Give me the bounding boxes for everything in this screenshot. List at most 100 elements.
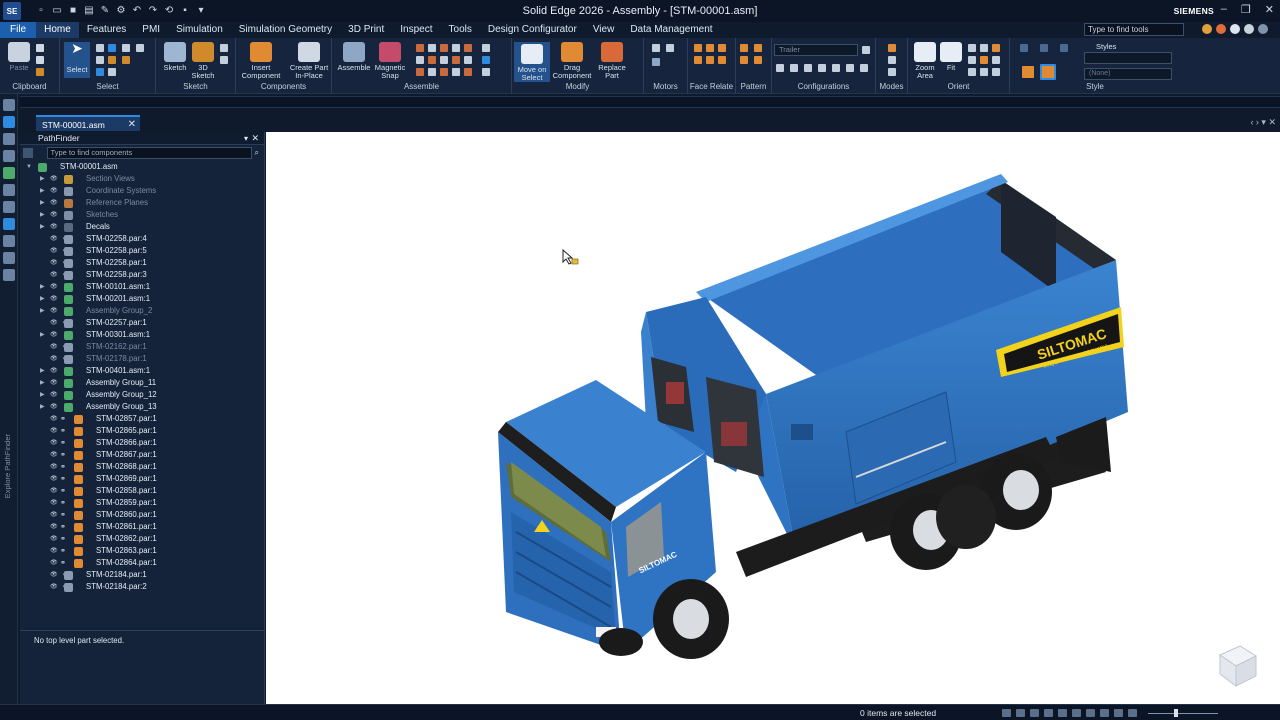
tab-view[interactable]: View [585,22,623,38]
pan-icon[interactable] [980,44,988,52]
relate-icon-3[interactable] [440,44,448,52]
tree-item[interactable]: ▶ 👁 Reference Planes [20,197,264,209]
info-icon[interactable] [1244,24,1254,34]
select-quick-icon[interactable] [108,68,116,76]
tab-inspect[interactable]: Inspect [392,22,440,38]
style-value-field[interactable]: (None) [1084,68,1172,80]
visibility-icon[interactable]: 👁 [50,559,58,567]
relate-icon-10[interactable] [452,56,460,64]
tab-pmi[interactable]: PMI [134,22,168,38]
magnetic-snap-button[interactable]: Magnetic Snap [372,42,408,80]
tree-item[interactable]: ▶ 👁 Sketches [20,209,264,221]
visibility-icon[interactable]: 👁 [50,415,58,423]
sb-search-icon[interactable] [1016,709,1025,717]
style-icon-3[interactable] [1060,44,1068,52]
mode-icon-3[interactable] [888,68,896,76]
config-icon-5[interactable] [832,64,840,72]
rail-label[interactable]: Explore PathFinder [3,434,12,498]
sb-fit-icon[interactable] [1030,709,1039,717]
tree-item[interactable]: 👁 ⚭ STM-02864.par:1 [20,557,264,569]
expand-icon[interactable]: ▶ [40,209,45,221]
config-save-icon[interactable] [862,46,870,54]
relate-icon-13[interactable] [416,68,424,76]
visibility-icon[interactable]: 👁 [50,295,58,303]
undo-icon[interactable]: ↶ [131,5,143,17]
view-icon-5[interactable] [980,68,988,76]
tree-item[interactable]: 👁 ⚭ STM-02867.par:1 [20,449,264,461]
tab-simulation-geometry[interactable]: Simulation Geometry [231,22,340,38]
customize-icon[interactable]: ▾ [195,5,207,17]
expand-icon[interactable]: ▶ [40,185,45,197]
view-icon-6[interactable] [992,68,1000,76]
expand-icon[interactable]: ▼ [26,161,32,173]
assemble-button[interactable]: Assemble [336,42,372,72]
pattern-icon-2[interactable] [754,44,762,52]
history-icon[interactable]: ⟲ [163,5,175,17]
graphics-viewport[interactable]: SILTOMAC MAQUINAS PARA PECUARIA SILTOMAC [266,132,1280,704]
visibility-icon[interactable]: 👁 [50,475,58,483]
sb-pan-icon[interactable] [1072,709,1081,717]
copy-icon[interactable] [36,56,44,64]
open-icon[interactable]: ▭ [51,5,63,17]
zoom-slider[interactable] [1148,713,1218,714]
expand-icon[interactable]: ▶ [40,197,45,209]
tab-tools[interactable]: Tools [441,22,480,38]
tree-item[interactable]: 👁 ⚭ STM-02868.par:1 [20,461,264,473]
expand-icon[interactable]: ▶ [40,365,45,377]
visibility-icon[interactable]: 👁 [50,367,58,375]
motor-icon-1[interactable] [652,44,660,52]
tree-root[interactable]: ▼ STM-00001.asm [20,161,264,173]
face-icon-6[interactable] [718,56,726,64]
cut-icon[interactable] [36,44,44,52]
minimize-icon[interactable]: – [1221,3,1227,16]
relate-icon-1[interactable] [416,44,424,52]
visibility-icon[interactable]: 👁 [50,427,58,435]
sb-light-icon[interactable] [1114,709,1123,717]
face-icon-3[interactable] [718,44,726,52]
config-icon-7[interactable] [860,64,868,72]
expand-icon[interactable]: ▶ [40,281,45,293]
tree-item[interactable]: 👁 ⚭ STM-02860.par:1 [20,509,264,521]
find-tools-input[interactable]: Type to find tools [1084,23,1184,36]
tree-item[interactable]: ▶ 👁 STM-00201.asm:1 [20,293,264,305]
restore-icon[interactable]: ❐ [1241,3,1251,16]
tree-item[interactable]: ▶ 👁 STM-00401.asm:1 [20,365,264,377]
tree-item[interactable]: 👁⚭STM-02184.par:1 [20,569,264,581]
visibility-icon[interactable]: 👁 [50,175,58,183]
shaded-icon[interactable] [1022,66,1034,78]
visibility-icon[interactable]: 👁 [50,343,58,351]
tree-item[interactable]: 👁⚭STM-02162.par:1 [20,341,264,353]
relate-icon-18[interactable] [482,68,490,76]
rail-gear-icon[interactable] [2,269,15,281]
face-icon-4[interactable] [694,56,702,64]
select-extra3-icon[interactable] [136,44,144,52]
zoom-area-button[interactable]: Zoom Area [910,42,940,80]
rail-tools-icon[interactable] [2,99,15,111]
config-icon-3[interactable] [804,64,812,72]
prompt-bar[interactable] [20,96,1280,108]
tab-simulation[interactable]: Simulation [168,22,231,38]
close-icon[interactable]: ✕ [1265,3,1274,16]
sb-zoom-icon[interactable] [1002,709,1011,717]
visibility-icon[interactable]: 👁 [50,535,58,543]
tree-item[interactable]: 👁 ⚭ STM-02866.par:1 [20,437,264,449]
style-icon-1[interactable] [1020,44,1028,52]
line-icon[interactable] [220,44,228,52]
visibility-icon[interactable]: 👁 [50,223,58,231]
edit-icon[interactable]: ✎ [99,5,111,17]
visibility-icon[interactable]: 👁 [50,187,58,195]
expand-icon[interactable]: ▶ [40,293,45,305]
visibility-icon[interactable]: 👁 [50,403,58,411]
settings-icon[interactable]: ⚙ [115,5,127,17]
sb-area-icon[interactable] [1044,709,1053,717]
arc-icon[interactable] [220,56,228,64]
pattern-icon-4[interactable] [754,56,762,64]
tab-nav-icons[interactable]: ‹ › ▾ ✕ [1250,117,1276,128]
visibility-icon[interactable]: 👁 [50,583,58,591]
print-icon[interactable]: ▤ [83,5,95,17]
tree-item[interactable]: 👁 ⚭ STM-02865.par:1 [20,425,264,437]
visibility-icon[interactable]: 👁 [50,331,58,339]
tree-item[interactable]: ▶ 👁 Assembly Group_2 [20,305,264,317]
visibility-icon[interactable]: 👁 [50,547,58,555]
rail-library-icon[interactable] [2,133,15,145]
